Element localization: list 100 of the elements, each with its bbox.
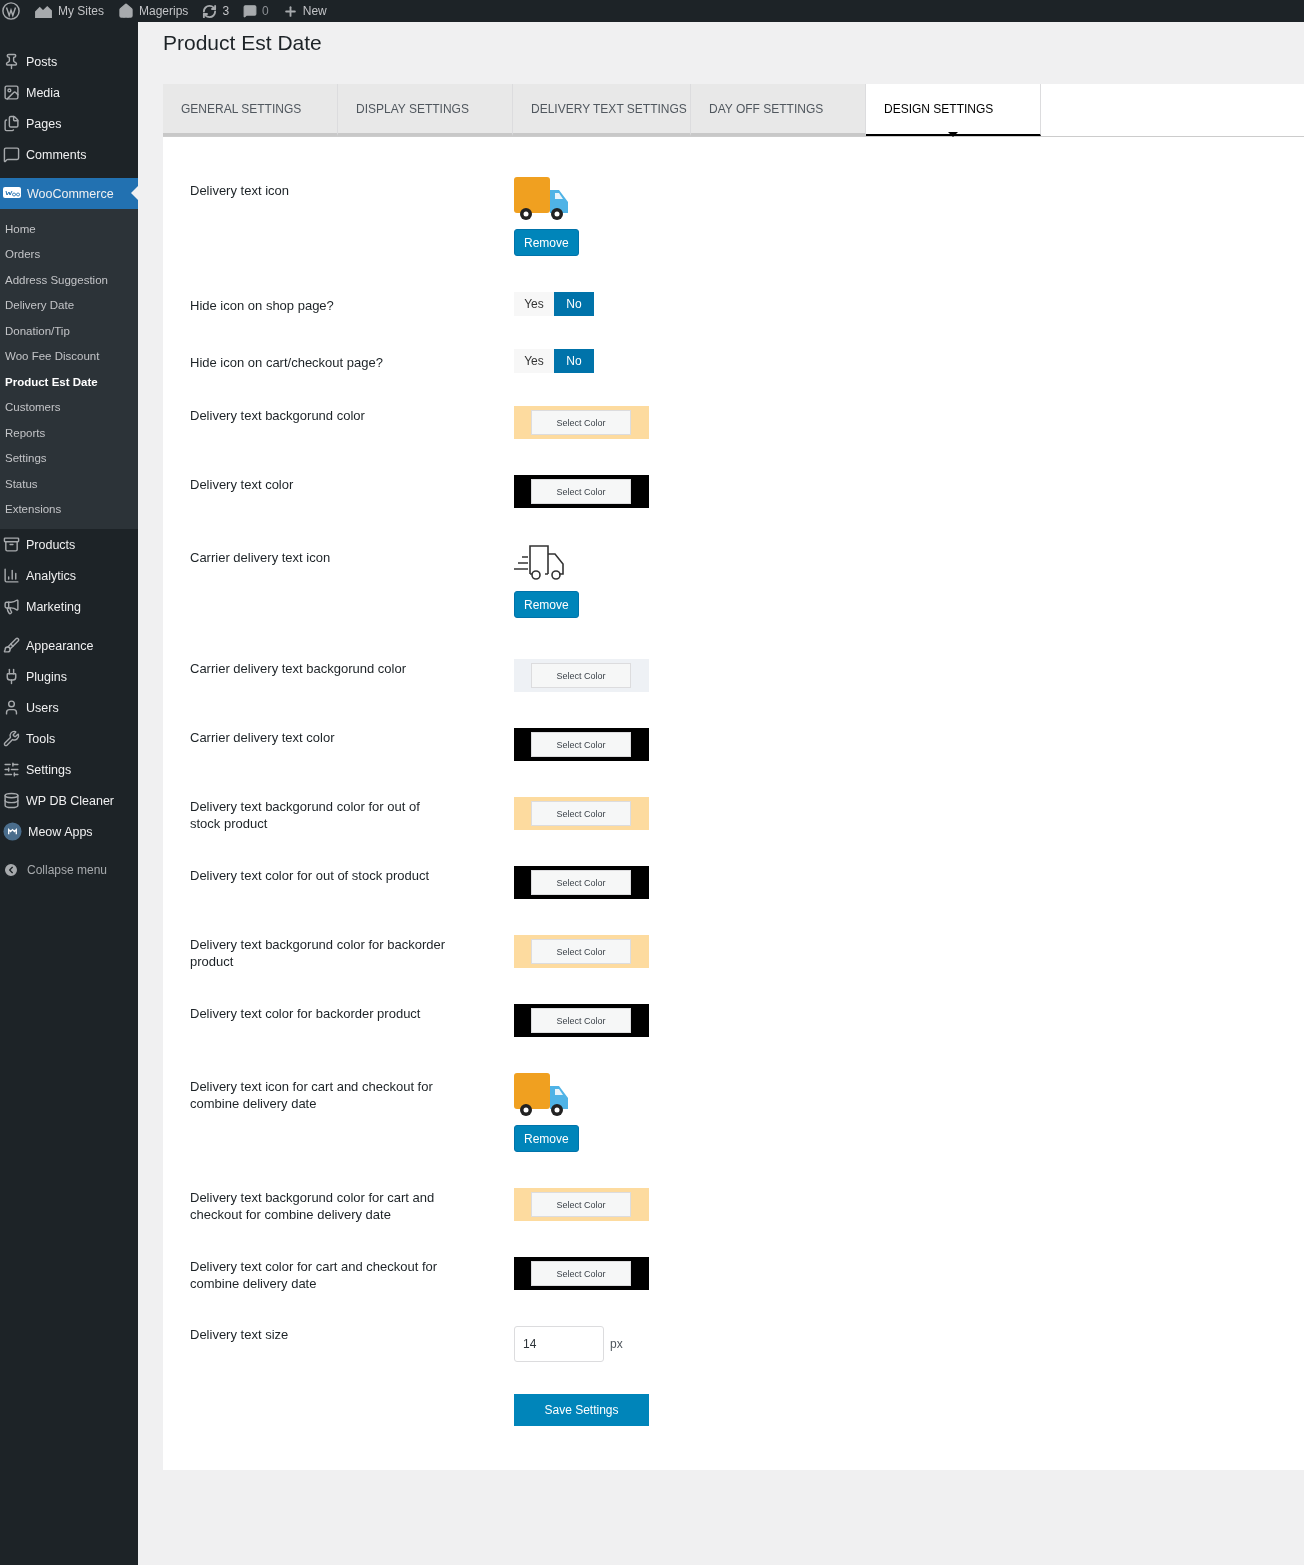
sidebar-item[interactable]: Pages — [0, 108, 138, 139]
color-swatch[interactable]: Select Color — [514, 1188, 649, 1221]
select-color-button[interactable]: Select Color — [531, 663, 631, 688]
select-color-button[interactable]: Select Color — [531, 870, 631, 895]
toggle-option[interactable]: Yes — [514, 292, 554, 316]
sidebar-item[interactable]: Settings — [0, 754, 138, 785]
select-color-button[interactable]: Select Color — [531, 410, 631, 435]
color-swatch[interactable]: Select Color — [514, 475, 649, 508]
remove-button[interactable]: Remove — [514, 1125, 579, 1152]
submenu-item[interactable]: Customers — [0, 394, 138, 420]
settings-tab[interactable]: DESIGN SETTINGS — [866, 84, 1041, 136]
settings-tab[interactable]: DAY OFF SETTINGS — [691, 84, 866, 136]
toggle-option[interactable]: No — [554, 292, 594, 316]
color-swatch[interactable]: Select Color — [514, 1004, 649, 1037]
select-color-button[interactable]: Select Color — [531, 732, 631, 757]
sidebar-item[interactable]: Analytics — [0, 560, 138, 591]
submenu-item[interactable]: Orders — [0, 241, 138, 267]
speech-bubble-icon — [243, 4, 258, 18]
color-swatch[interactable]: Select Color — [514, 935, 649, 968]
submenu-item[interactable]: Product Est Date — [0, 369, 138, 395]
setting-label: Hide icon on cart/checkout page? — [190, 354, 384, 371]
sidebar-item[interactable]: Appearance — [0, 630, 138, 661]
sidebar-item[interactable]: WP DB Cleaner — [0, 785, 138, 816]
wordpress-logo-icon[interactable] — [2, 2, 20, 20]
setting-label: Delivery text backgorund color — [190, 407, 366, 424]
sidebar-item[interactable]: Plugins — [0, 661, 138, 692]
select-color-button[interactable]: Select Color — [531, 939, 631, 964]
text-size-field[interactable]: 14 — [514, 1326, 604, 1362]
menu-icon — [3, 84, 20, 101]
settings-tab[interactable]: GENERAL SETTINGS — [163, 84, 338, 136]
submenu-item[interactable]: Settings — [0, 445, 138, 471]
site-link[interactable]: Magerips — [118, 3, 189, 19]
settings-tab[interactable]: DELIVERY TEXT SETTINGS — [513, 84, 691, 136]
setting-label: Hide icon on shop page? — [190, 297, 335, 314]
submenu-item[interactable]: Reports — [0, 420, 138, 446]
color-swatch[interactable]: Select Color — [514, 659, 649, 692]
my-sites-link[interactable]: My Sites — [34, 3, 104, 19]
sidebar-item[interactable]: Users — [0, 692, 138, 723]
submenu-item[interactable]: Status — [0, 471, 138, 497]
color-swatch[interactable]: Select Color — [514, 797, 649, 830]
sidebar-item[interactable]: Products — [0, 529, 138, 560]
setting-label: Delivery text backgorund color for cart and checkout for combine delivery date — [190, 1189, 436, 1223]
color-swatch[interactable]: Select Color — [514, 406, 649, 439]
sidebar-item[interactable]: Marketing — [0, 591, 138, 622]
submenu-item[interactable]: Woo Fee Discount — [0, 343, 138, 369]
menu-icon — [3, 699, 20, 716]
color-swatch[interactable]: Select Color — [514, 866, 649, 899]
menu-icon — [3, 792, 20, 809]
submenu-item[interactable]: Address Suggestion — [0, 267, 138, 293]
sidebar-item[interactable]: Meow Apps — [0, 816, 138, 847]
refresh-icon — [202, 3, 218, 19]
setting-label: Delivery text backgorund color for out of stock product — [190, 798, 421, 832]
menu-icon — [3, 598, 20, 615]
collapse-icon — [3, 862, 19, 878]
sidebar-item[interactable]: Posts — [0, 46, 138, 77]
color-swatch[interactable]: Select Color — [514, 728, 649, 761]
page-title: Product Est Date — [163, 33, 323, 53]
select-color-button[interactable]: Select Color — [531, 1008, 631, 1033]
sidebar-item[interactable]: Comments — [0, 139, 138, 170]
submenu-item[interactable]: Home — [0, 216, 138, 242]
setting-label: Carrier delivery text backgorund color — [190, 660, 408, 677]
menu-icon — [3, 53, 20, 70]
save-settings-button[interactable]: Save Settings — [514, 1394, 649, 1426]
new-link[interactable]: New — [282, 3, 327, 19]
plus-icon — [282, 3, 298, 19]
menu-icon — [3, 567, 20, 584]
toggle-option[interactable]: Yes — [514, 349, 554, 373]
setting-label: Delivery text color — [190, 476, 295, 493]
remove-button[interactable]: Remove — [514, 591, 579, 618]
toggle-option[interactable]: No — [554, 349, 594, 373]
menu-icon — [3, 115, 20, 132]
houses-icon[interactable] — [34, 3, 53, 19]
collapse-menu-button[interactable]: Collapse menu — [0, 855, 138, 885]
submenu-item[interactable]: Delivery Date — [0, 292, 138, 318]
updates-link[interactable]: 3 — [202, 3, 230, 19]
color-swatch[interactable]: Select Color — [514, 1257, 649, 1290]
settings-tab[interactable]: DISPLAY SETTINGS — [338, 84, 513, 136]
select-color-button[interactable]: Select Color — [531, 479, 631, 504]
select-color-button[interactable]: Select Color — [531, 801, 631, 826]
menu-icon — [3, 761, 20, 778]
home-icon — [118, 3, 134, 19]
submenu-item[interactable]: Extensions — [0, 496, 138, 522]
sidebar-item[interactable]: Tools — [0, 723, 138, 754]
sidebar-item[interactable]: WooCommerce — [0, 178, 138, 209]
select-color-button[interactable]: Select Color — [531, 1261, 631, 1286]
setting-label: Carrier delivery text icon — [190, 549, 332, 566]
menu-icon — [3, 536, 20, 553]
comments-link[interactable]: 0 — [243, 4, 269, 18]
submenu-item[interactable]: Donation/Tip — [0, 318, 138, 344]
setting-label: Carrier delivery text color — [190, 729, 336, 746]
truck-icon — [514, 177, 569, 222]
select-color-button[interactable]: Select Color — [531, 1192, 631, 1217]
setting-label: Delivery text icon — [190, 182, 290, 199]
setting-label: Delivery text color for out of stock product — [190, 867, 431, 884]
menu-icon — [3, 146, 20, 163]
remove-button[interactable]: Remove — [514, 229, 579, 256]
sidebar-item[interactable]: Media — [0, 77, 138, 108]
woo-icon — [3, 187, 21, 200]
setting-label: Delivery text color for backorder product — [190, 1005, 422, 1022]
setting-label: Delivery text backgorund color for backorder product — [190, 936, 447, 970]
